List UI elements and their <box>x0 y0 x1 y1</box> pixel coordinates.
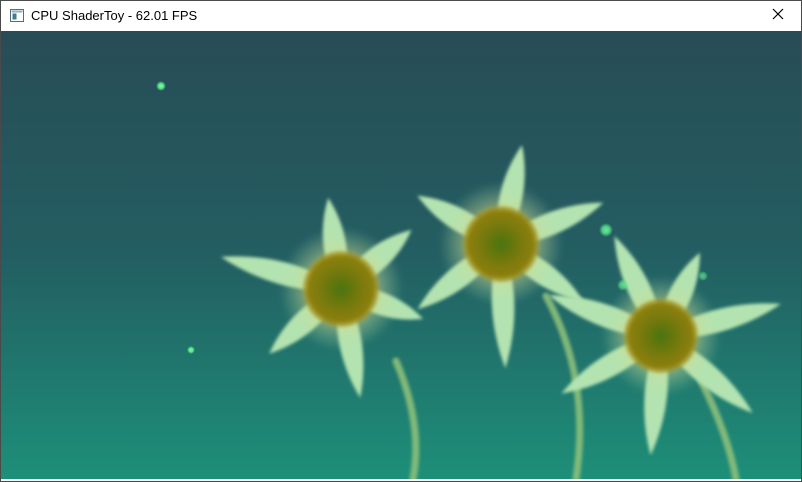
firefly <box>599 223 613 237</box>
sky-background <box>1 31 801 479</box>
app-window-icon <box>10 9 24 22</box>
window-title: CPU ShaderToy - 62.01 FPS <box>31 8 198 23</box>
firefly <box>187 346 195 354</box>
firefly <box>617 279 629 291</box>
app-window: CPU ShaderToy - 62.01 FPS <box>0 0 802 482</box>
title-bar[interactable]: CPU ShaderToy - 62.01 FPS <box>1 1 801 31</box>
close-icon <box>772 7 784 25</box>
shader-canvas[interactable] <box>1 31 801 479</box>
firefly <box>698 271 708 281</box>
close-button[interactable] <box>755 1 801 31</box>
firefly <box>156 81 166 91</box>
